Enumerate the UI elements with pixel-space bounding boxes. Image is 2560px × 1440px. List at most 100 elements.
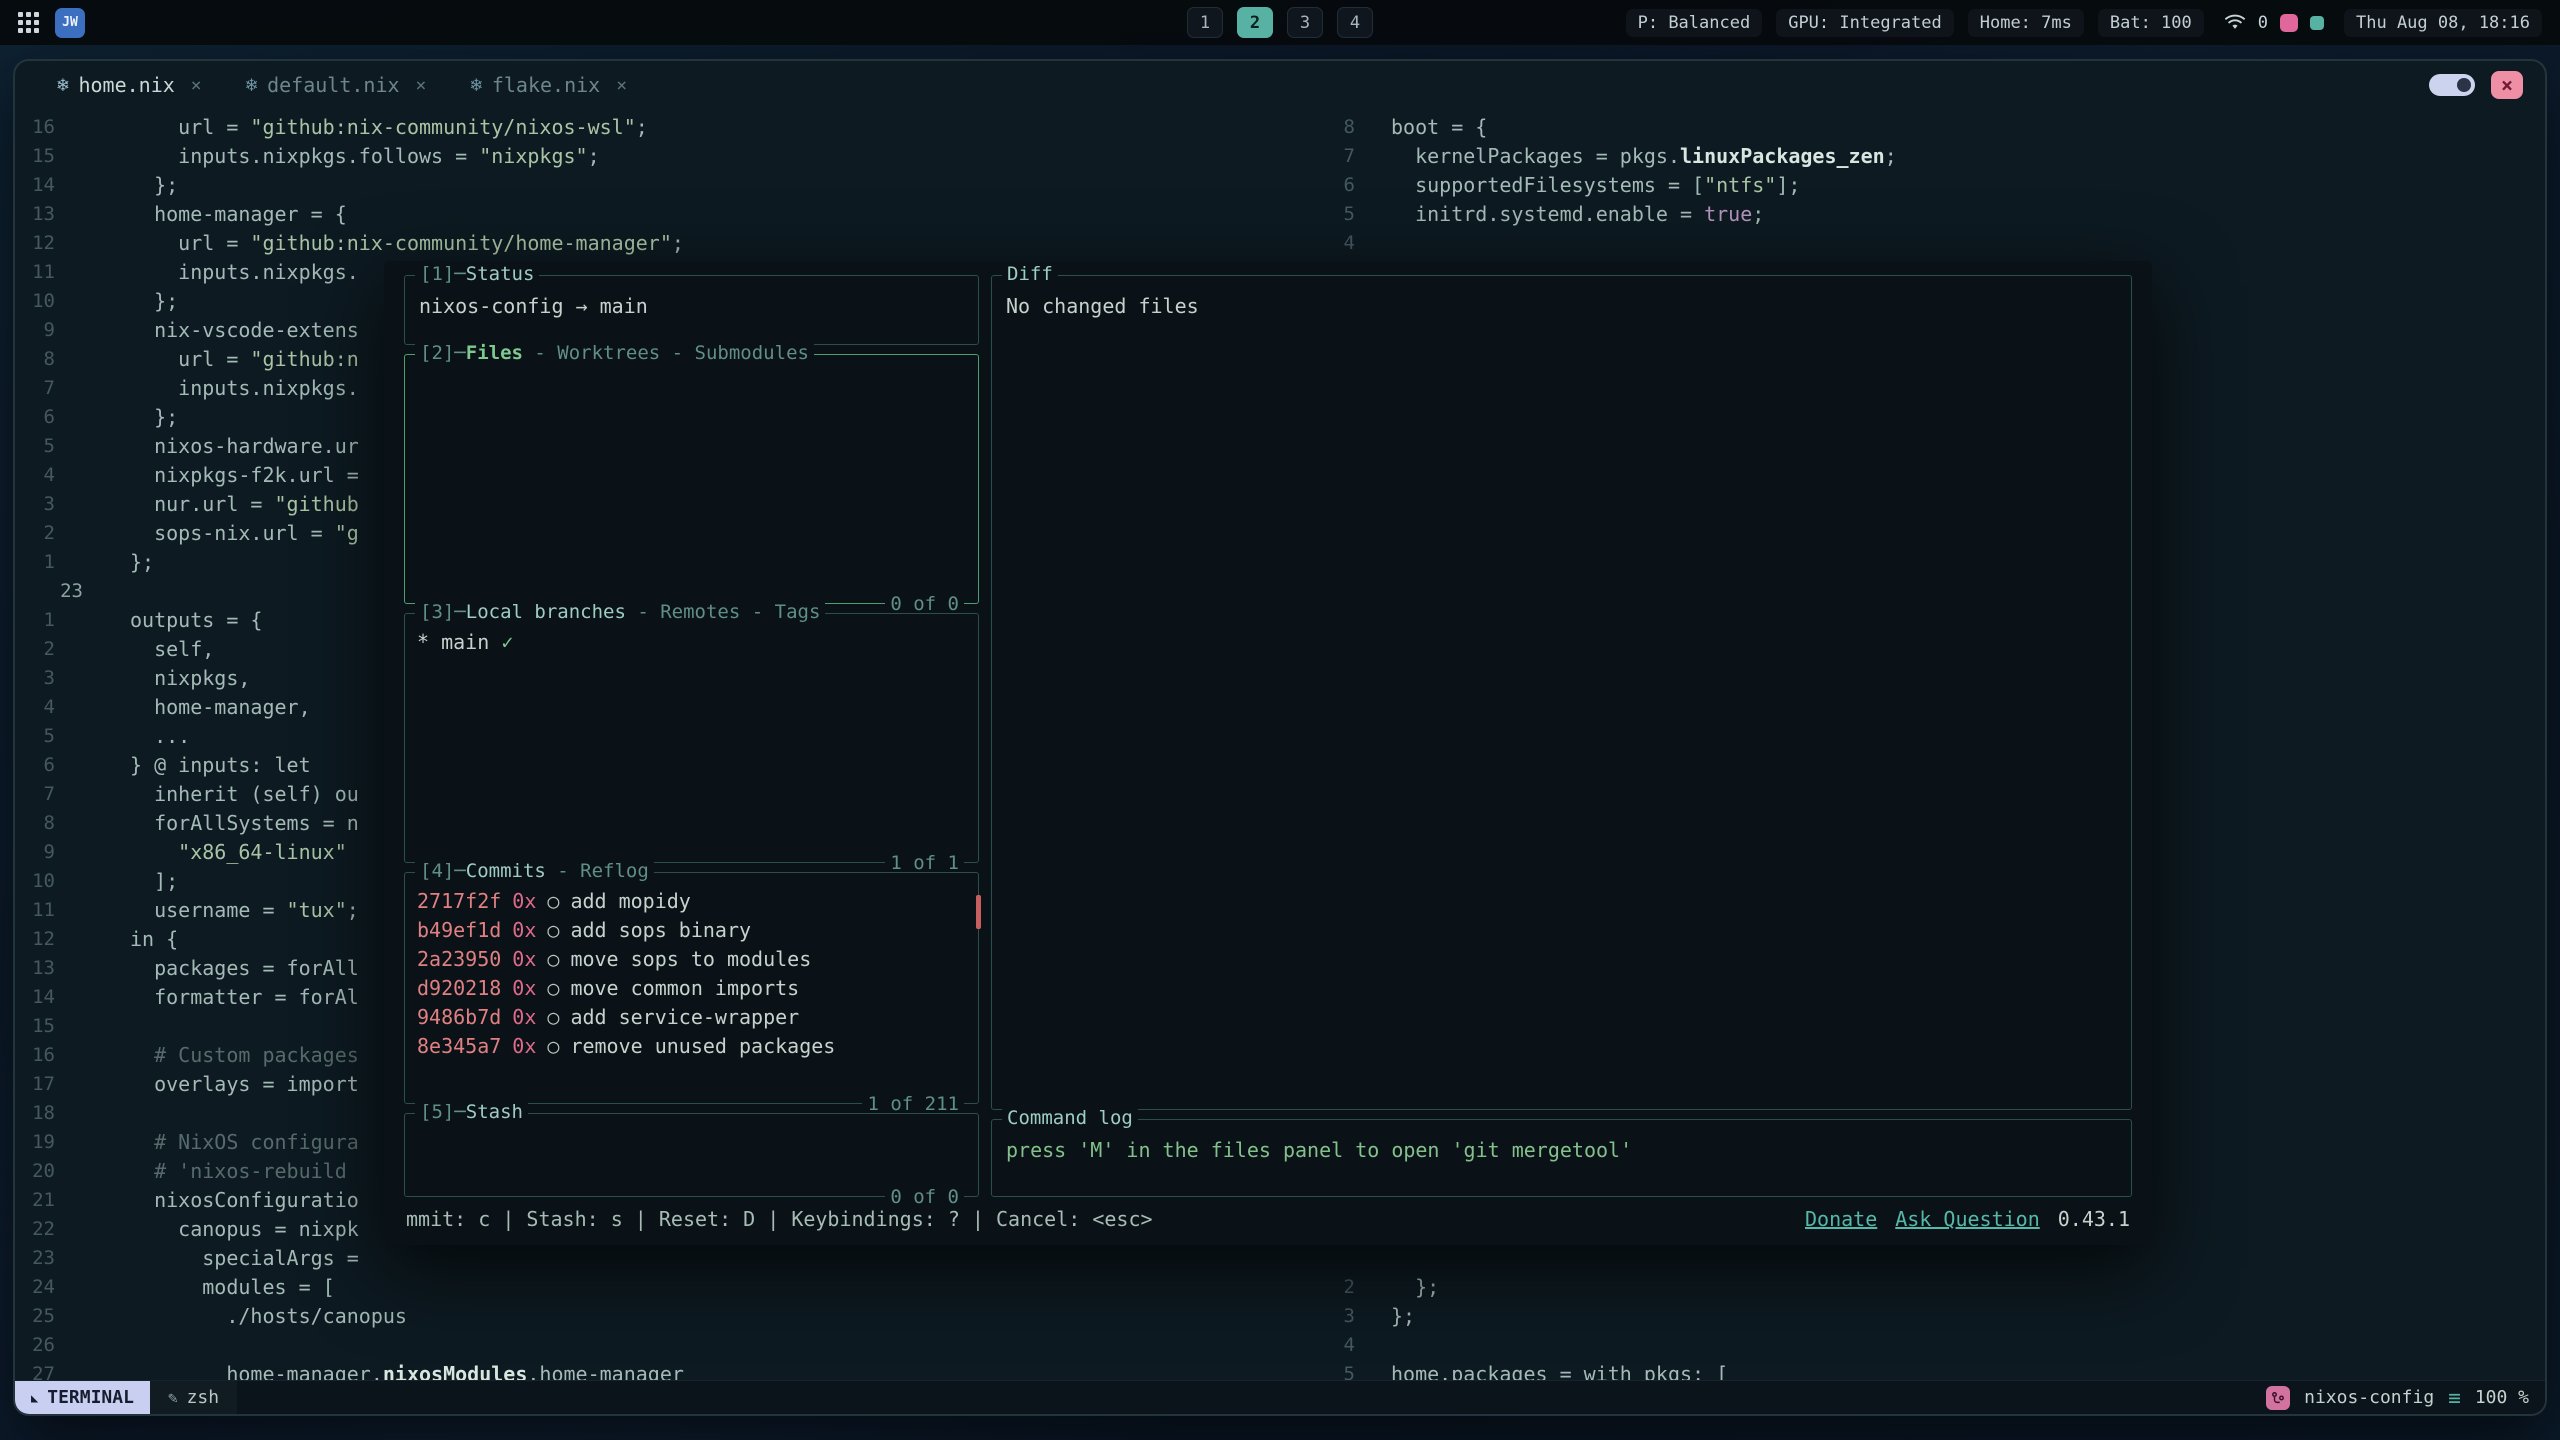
line-text: # NixOS configura — [130, 1128, 359, 1157]
code-line: 25 ./hosts/canopus — [15, 1302, 1325, 1331]
commits-panel[interactable]: [4]─Commits - Reflog 2717f2f 0x ○ add mo… — [404, 872, 979, 1104]
line-number: 5 — [1325, 1360, 1355, 1380]
clock[interactable]: Thu Aug 08, 18:16 — [2344, 9, 2542, 37]
line-number: 24 — [15, 1273, 55, 1302]
line-text: # 'nixos-rebuild — [130, 1157, 347, 1186]
line-number: 2 — [15, 519, 55, 548]
command-log-panel[interactable]: Command log press 'M' in the files panel… — [991, 1119, 2132, 1197]
line-number: 25 — [15, 1302, 55, 1331]
workspace-button[interactable]: 1 — [1187, 7, 1223, 38]
right-pane-top-block: 8 boot = { 7 kernelPackages = pkgs.linux… — [1325, 113, 2545, 258]
line-number: 8 — [15, 809, 55, 838]
line-number: 12 — [15, 925, 55, 954]
commit-row[interactable]: 2717f2f 0x ○ add mopidy — [405, 887, 978, 916]
workspace-switcher: 1234 — [1187, 7, 1373, 38]
vpn-icon[interactable] — [2310, 16, 2324, 30]
tabs: ❄ home.nix × ❄ default.nix × ❄ flake.nix… — [57, 73, 627, 97]
tab-close-icon[interactable]: × — [616, 75, 627, 96]
workspace-button[interactable]: 4 — [1337, 7, 1373, 38]
panel-title: [4]─Commits - Reflog — [415, 860, 654, 882]
line-text: home-manager, — [130, 693, 311, 722]
line-text: sops-nix.url = "g — [130, 519, 359, 548]
line-text: forAllSystems = n — [130, 809, 359, 838]
commits-scrollbar[interactable] — [976, 895, 981, 929]
line-number: 18 — [15, 1099, 55, 1128]
line-number: 5 — [15, 722, 55, 751]
line-text: canopus = nixpk — [130, 1215, 359, 1244]
commit-graph-node-icon: ○ — [547, 1032, 559, 1061]
command-log-content: press 'M' in the files panel to open 'gi… — [992, 1120, 2131, 1180]
logo-badge[interactable]: JW — [55, 8, 85, 38]
line-text: }; — [130, 548, 154, 577]
panel-counter: 1 of 1 — [885, 852, 964, 874]
commit-marker: 0x — [512, 1003, 536, 1032]
workspace-button[interactable]: 2 — [1237, 7, 1273, 38]
line-number: 3 — [1325, 1302, 1355, 1331]
commit-message: move sops to modules — [570, 945, 811, 974]
line-number: 8 — [1325, 113, 1355, 142]
line-text: ... — [130, 722, 190, 751]
line-number: 12 — [15, 229, 55, 258]
commit-marker: 0x — [512, 887, 536, 916]
commit-row[interactable]: 8e345a7 0x ○ remove unused packages — [405, 1032, 978, 1061]
notification-count[interactable]: 0 — [2258, 13, 2268, 33]
power-profile-module[interactable]: P: Balanced — [1626, 9, 1763, 37]
status-panel[interactable]: [1]─Status nixos-config → main — [404, 275, 979, 345]
line-text: inputs.nixpkgs.follows = "nixpkgs"; — [130, 142, 600, 171]
diff-panel[interactable]: Diff No changed files — [991, 275, 2132, 1110]
record-icon[interactable] — [2280, 14, 2298, 32]
line-text: # Custom packages — [130, 1041, 359, 1070]
lazygit-footer: mmit: c | Stash: s | Reset: D | Keybindi… — [404, 1197, 2132, 1231]
line-number: 20 — [15, 1157, 55, 1186]
commit-row[interactable]: 2a23950 0x ○ move sops to modules — [405, 945, 978, 974]
tab-close-icon[interactable]: × — [416, 75, 427, 96]
gpu-module[interactable]: GPU: Integrated — [1776, 9, 1954, 37]
line-number: 1 — [15, 548, 55, 577]
line-number: 9 — [15, 838, 55, 867]
workspace-button[interactable]: 3 — [1287, 7, 1323, 38]
line-number: 23 — [43, 577, 83, 606]
donate-link[interactable]: Donate — [1805, 1207, 1877, 1231]
editor-tab[interactable]: ❄ home.nix × — [57, 73, 202, 97]
line-text: url = "github:n — [130, 345, 359, 374]
panel-title: [1]─Status — [415, 263, 539, 285]
line-number: 14 — [15, 171, 55, 200]
shell-tab[interactable]: ✎ zsh — [150, 1381, 237, 1414]
ask-question-link[interactable]: Ask Question — [1895, 1207, 2040, 1231]
line-number: 4 — [1325, 229, 1355, 258]
commit-row[interactable]: 9486b7d 0x ○ add service-wrapper — [405, 1003, 978, 1032]
line-text: packages = forAll — [130, 954, 359, 983]
toggle-knob — [2457, 78, 2471, 92]
wifi-icon[interactable] — [2224, 14, 2246, 31]
app-launcher-icon[interactable] — [18, 12, 39, 33]
files-panel[interactable]: [2]─Files - Worktrees - Submodules 0 of … — [404, 354, 979, 604]
commits-list: 2717f2f 0x ○ add mopidy b49ef1d 0x ○ add… — [405, 873, 978, 1061]
line-number: 7 — [15, 374, 55, 403]
window-close-button[interactable]: × — [2491, 71, 2523, 99]
code-line: 3 }; — [1325, 1302, 2545, 1331]
editor-tab[interactable]: ❄ flake.nix × — [470, 73, 627, 97]
line-text: }; — [130, 171, 178, 200]
line-number: 8 — [15, 345, 55, 374]
commit-row[interactable]: d920218 0x ○ move common imports — [405, 974, 978, 1003]
line-number: 3 — [15, 490, 55, 519]
commit-row[interactable]: b49ef1d 0x ○ add sops binary — [405, 916, 978, 945]
line-text: nixos-hardware.ur — [130, 432, 359, 461]
commit-graph-node-icon: ○ — [547, 945, 559, 974]
line-number: 10 — [15, 867, 55, 896]
panel-counter: 0 of 0 — [885, 593, 964, 615]
code-line: 24 modules = [ — [15, 1273, 1325, 1302]
ping-module[interactable]: Home: 7ms — [1968, 9, 2084, 37]
line-text: inputs.nixpkgs. — [130, 258, 359, 287]
branches-panel[interactable]: [3]─Local branches - Remotes - Tags * ma… — [404, 613, 979, 863]
window-pin-toggle[interactable] — [2429, 74, 2475, 96]
tab-close-icon[interactable]: × — [191, 75, 202, 96]
right-pane-bottom-block: 2 }; 3 }; 4 5 home.packages = with pkgs;… — [1325, 1273, 2545, 1380]
stash-panel[interactable]: [5]─Stash 0 of 0 — [404, 1113, 979, 1197]
editor-tab[interactable]: ❄ default.nix × — [246, 73, 427, 97]
battery-module[interactable]: Bat: 100 — [2098, 9, 2204, 37]
line-text: } @ inputs: let — [130, 751, 311, 780]
terminal-window: ❄ home.nix × ❄ default.nix × ❄ flake.nix… — [13, 59, 2547, 1416]
menu-icon[interactable]: ≡ — [2448, 1386, 2461, 1410]
terminal-mode-icon: ◣ — [31, 1391, 38, 1405]
